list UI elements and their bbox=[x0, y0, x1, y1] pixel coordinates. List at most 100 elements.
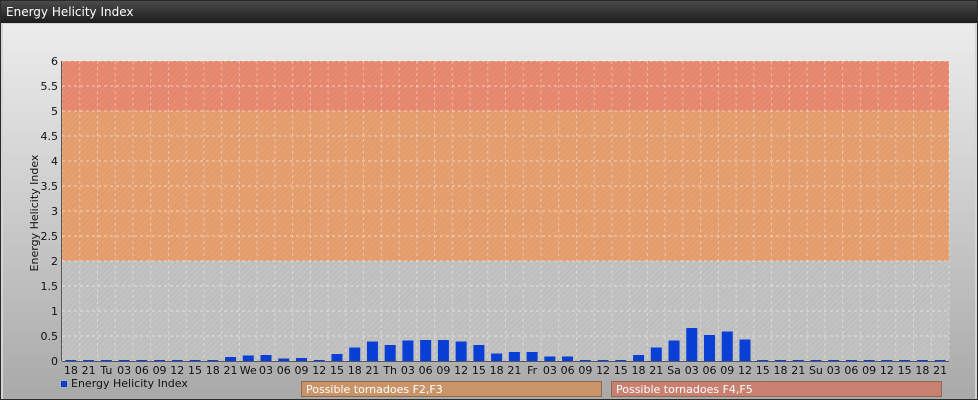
x-tick-label-10: We bbox=[240, 364, 257, 377]
x-tick-label-36: 06 bbox=[703, 364, 717, 377]
bar-5 bbox=[154, 360, 166, 361]
y-tick-label-11: 5.5 bbox=[41, 80, 59, 93]
x-tick-label-42: Su bbox=[809, 364, 823, 377]
y-tick-label-7: 3.5 bbox=[41, 180, 59, 193]
bar-24 bbox=[491, 353, 503, 361]
bar-49 bbox=[934, 360, 946, 361]
x-tick-label-17: 21 bbox=[365, 364, 379, 377]
bar-28 bbox=[562, 356, 574, 361]
x-tick-label-19: 03 bbox=[401, 364, 415, 377]
x-tick-label-26: Fr bbox=[527, 364, 538, 377]
bar-22 bbox=[455, 341, 467, 361]
bar-39 bbox=[757, 360, 769, 361]
y-tick-label-3: 1.5 bbox=[41, 280, 59, 293]
x-tick-label-39: 15 bbox=[756, 364, 770, 377]
x-tick-label-45: 09 bbox=[862, 364, 876, 377]
energy-helicity-chart: 0 0.5 1 1.5 2 2.5 3 3.5 4 4.5 5 5.5 6 Energy Helicity… bbox=[28, 55, 950, 377]
x-tick-label-9: 21 bbox=[224, 364, 238, 377]
bar-15 bbox=[331, 354, 343, 361]
bar-42 bbox=[810, 360, 822, 361]
x-tick-label-6: 12 bbox=[170, 364, 184, 377]
y-tick-label-4: 2 bbox=[51, 255, 58, 268]
x-tick-label-40: 18 bbox=[773, 364, 787, 377]
x-tick-label-1: 21 bbox=[82, 364, 96, 377]
x-tick-label-2: Tu bbox=[99, 364, 112, 377]
x-tick-label-37: 09 bbox=[720, 364, 734, 377]
bar-20 bbox=[420, 340, 432, 361]
bar-47 bbox=[899, 360, 911, 361]
bar-11 bbox=[260, 355, 272, 361]
x-tick-label-30: 12 bbox=[596, 364, 610, 377]
tornado-f4-f5-label: Possible tornadoes F4,F5 bbox=[611, 381, 942, 397]
legend-entry-label: Energy Helicity Index bbox=[71, 377, 188, 390]
x-tick-label-47: 15 bbox=[898, 364, 912, 377]
y-tick-label-5: 2.5 bbox=[41, 230, 59, 243]
bar-35 bbox=[686, 328, 698, 361]
x-tick-label-8: 18 bbox=[206, 364, 220, 377]
x-tick-label-43: 03 bbox=[827, 364, 841, 377]
bar-40 bbox=[774, 360, 786, 361]
bar-37 bbox=[721, 331, 733, 361]
x-tick-label-16: 18 bbox=[348, 364, 362, 377]
x-tick-label-5: 09 bbox=[153, 364, 167, 377]
bar-7 bbox=[189, 360, 201, 361]
y-tick-label-12: 6 bbox=[51, 55, 58, 68]
x-tick-label-48: 18 bbox=[915, 364, 929, 377]
x-tick-label-27: 03 bbox=[543, 364, 557, 377]
bar-4 bbox=[136, 360, 148, 361]
x-tick-label-22: 12 bbox=[454, 364, 468, 377]
bar-44 bbox=[845, 360, 857, 361]
bar-32 bbox=[633, 355, 645, 361]
bar-27 bbox=[544, 356, 556, 361]
bar-8 bbox=[207, 360, 219, 361]
x-tick-label-33: 21 bbox=[649, 364, 663, 377]
bar-34 bbox=[668, 340, 680, 361]
bar-46 bbox=[881, 360, 893, 361]
bar-0 bbox=[65, 360, 77, 361]
x-tick-label-28: 06 bbox=[561, 364, 575, 377]
bar-18 bbox=[384, 345, 396, 361]
y-tick-label-1: 0.5 bbox=[41, 330, 59, 343]
chart-legend[interactable]: Energy Helicity Index bbox=[61, 377, 188, 390]
bar-38 bbox=[739, 339, 751, 361]
x-tick-label-49: 21 bbox=[933, 364, 947, 377]
y-tick-label-2: 1 bbox=[51, 305, 58, 318]
x-tick-label-4: 06 bbox=[135, 364, 149, 377]
x-tick-label-18: Th bbox=[382, 364, 397, 377]
y-tick-label-6: 3 bbox=[51, 205, 58, 218]
bar-10 bbox=[242, 355, 254, 361]
tornado-f2-f3-label: Possible tornadoes F2,F3 bbox=[301, 381, 602, 397]
bar-16 bbox=[349, 347, 361, 361]
bar-30 bbox=[597, 360, 609, 361]
x-tick-label-35: 03 bbox=[685, 364, 699, 377]
bar-3 bbox=[118, 360, 130, 361]
bar-31 bbox=[615, 360, 627, 361]
x-tick-label-15: 15 bbox=[330, 364, 344, 377]
x-tick-label-7: 15 bbox=[188, 364, 202, 377]
bar-48 bbox=[916, 360, 928, 361]
y-axis-title: Energy Helicity Index bbox=[28, 154, 41, 271]
bar-23 bbox=[473, 345, 485, 361]
x-tick-label-38: 12 bbox=[738, 364, 752, 377]
x-tick-label-3: 03 bbox=[117, 364, 131, 377]
x-tick-label-12: 06 bbox=[277, 364, 291, 377]
bar-12 bbox=[278, 358, 290, 361]
x-tick-label-20: 06 bbox=[419, 364, 433, 377]
x-tick-label-46: 12 bbox=[880, 364, 894, 377]
x-tick-label-14: 12 bbox=[312, 364, 326, 377]
bar-1 bbox=[83, 360, 95, 361]
x-tick-label-44: 06 bbox=[844, 364, 858, 377]
x-tick-label-24: 18 bbox=[490, 364, 504, 377]
legend-swatch-square bbox=[61, 380, 67, 387]
y-tick-label-8: 4 bbox=[51, 155, 58, 168]
bar-2 bbox=[100, 360, 112, 361]
x-tick-label-34: Sa bbox=[667, 364, 681, 377]
x-tick-label-41: 21 bbox=[791, 364, 805, 377]
chart-window: Energy Helicity Index 0 0.5 1 1.5 2 2.5 3 3.5 4 4… bbox=[0, 0, 978, 400]
x-tick-label-13: 09 bbox=[294, 364, 308, 377]
y-tick-label-0: 0 bbox=[51, 355, 58, 368]
bar-33 bbox=[650, 347, 662, 361]
x-tick-label-29: 09 bbox=[578, 364, 592, 377]
bar-26 bbox=[526, 352, 538, 361]
x-tick-label-31: 15 bbox=[614, 364, 628, 377]
